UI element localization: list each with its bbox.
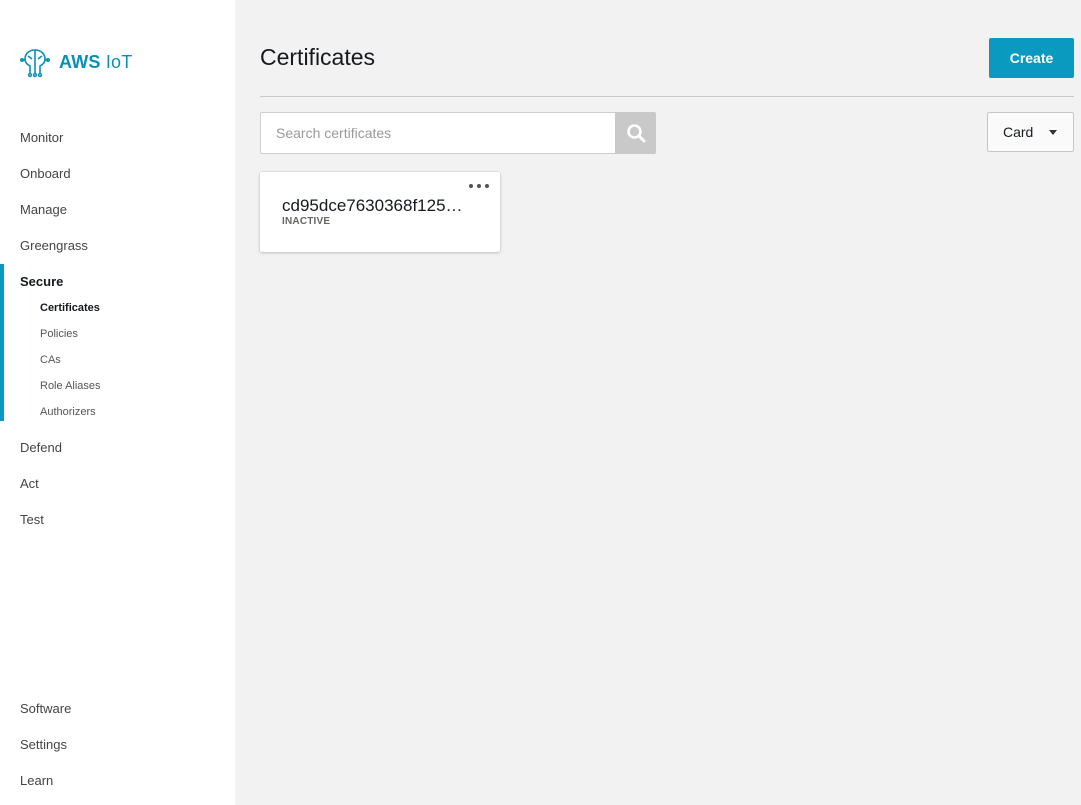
certificate-id[interactable]: cd95dce7630368f125… (282, 196, 478, 216)
aws-iot-logo-icon (20, 49, 50, 78)
sidebar-nav: Monitor Onboard Manage Greengrass Secure… (0, 120, 235, 538)
app-root: AWS IoT Monitor Onboard Manage Greengras… (0, 0, 1081, 805)
sidebar-item-software[interactable]: Software (0, 691, 235, 727)
header-divider (260, 96, 1074, 97)
search-button[interactable] (615, 112, 656, 154)
sidebar: AWS IoT Monitor Onboard Manage Greengras… (0, 0, 235, 805)
sidebar-item-greengrass[interactable]: Greengrass (0, 228, 235, 264)
sidebar-item-learn[interactable]: Learn (0, 763, 235, 799)
sidebar-item-test[interactable]: Test (0, 502, 235, 538)
page-title: Certificates (260, 44, 376, 70)
certificate-card[interactable]: cd95dce7630368f125… INACTIVE (260, 172, 500, 252)
more-options-icon[interactable] (469, 180, 489, 192)
sidebar-item-defend[interactable]: Defend (0, 430, 235, 466)
menu-dot (469, 184, 473, 188)
brand-name: AWS IoT (59, 51, 133, 72)
brand-logo[interactable]: AWS IoT (20, 46, 132, 78)
secure-submenu: Certificates Policies CAs Role Aliases A… (0, 295, 235, 430)
menu-dot (477, 184, 481, 188)
sidebar-item-manage[interactable]: Manage (0, 192, 235, 228)
caret-down-icon (1049, 130, 1057, 135)
sidebar-item-act[interactable]: Act (0, 466, 235, 502)
sidebar-item-monitor[interactable]: Monitor (0, 120, 235, 156)
sidebar-subitem-role-aliases[interactable]: Role Aliases (0, 373, 235, 399)
sidebar-subitem-cas[interactable]: CAs (0, 347, 235, 373)
sidebar-subitem-policies[interactable]: Policies (0, 321, 235, 347)
sidebar-subitem-authorizers[interactable]: Authorizers (0, 399, 235, 425)
sidebar-bottom-nav: Software Settings Learn (0, 691, 235, 799)
search-bar (260, 112, 656, 154)
main-content: Certificates Create Card cd95dce7630368f… (235, 0, 1081, 805)
search-icon (626, 124, 645, 143)
sidebar-item-onboard[interactable]: Onboard (0, 156, 235, 192)
view-mode-value: Card (1003, 124, 1034, 140)
create-button[interactable]: Create (989, 38, 1074, 78)
sidebar-group-secure: Secure Certificates Policies CAs Role Al… (0, 264, 235, 430)
menu-dot (485, 184, 489, 188)
sidebar-item-settings[interactable]: Settings (0, 727, 235, 763)
active-indicator-bar (0, 264, 4, 421)
search-input[interactable] (260, 112, 615, 154)
status-badge: INACTIVE (282, 216, 331, 227)
view-mode-select[interactable]: Card (987, 112, 1074, 152)
